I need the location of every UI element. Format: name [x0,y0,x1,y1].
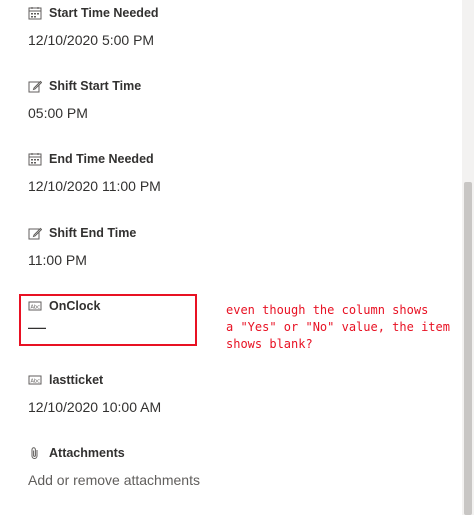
field-shift-end-time[interactable]: Shift End Time 11:00 PM [28,224,136,268]
field-header: Start Time Needed [28,4,159,22]
field-label: End Time Needed [49,152,154,166]
field-lastticket[interactable]: Abc lastticket 12/10/2020 10:00 AM [28,371,161,415]
field-start-time-needed[interactable]: Start Time Needed 12/10/2020 5:00 PM [28,4,159,48]
calendar-icon [28,6,42,20]
field-header: End Time Needed [28,150,154,168]
paperclip-icon [28,446,42,460]
annotation-note: even though the column shows a "Yes" or … [226,302,450,353]
field-label: Attachments [49,446,125,460]
annotation-line: a "Yes" or "No" value, the item [226,320,450,334]
edit-icon [28,79,42,93]
field-header: Abc lastticket [28,371,103,389]
highlight-box [19,294,197,346]
text-icon: Abc [28,373,42,387]
field-label: Shift End Time [49,226,137,240]
add-remove-attachments-link[interactable]: Add or remove attachments [28,472,200,488]
annotation-line: shows blank? [226,337,313,351]
field-attachments: Attachments Add or remove attachments [28,444,200,488]
field-value: 05:00 PM [28,105,88,121]
field-shift-start-time[interactable]: Shift Start Time 05:00 PM [28,77,141,121]
field-header: Shift Start Time [28,77,141,95]
annotation-line: even though the column shows [226,303,429,317]
item-detail-panel: Start Time Needed 12/10/2020 5:00 PM Shi… [0,0,462,515]
field-label: Start Time Needed [49,6,159,20]
field-label: lastticket [49,373,104,387]
calendar-icon [28,152,42,166]
field-value: 12/10/2020 11:00 PM [28,178,161,194]
field-value: 12/10/2020 5:00 PM [28,32,155,48]
field-end-time-needed[interactable]: End Time Needed 12/10/2020 11:00 PM [28,150,161,194]
field-label: Shift Start Time [49,79,142,93]
edit-icon [28,226,42,240]
svg-text:Abc: Abc [31,379,41,385]
field-value: 11:00 PM [28,252,87,268]
field-header: Shift End Time [28,224,136,242]
field-value: 12/10/2020 10:00 AM [28,399,162,415]
field-header: Attachments [28,444,125,462]
scrollbar-thumb[interactable] [464,182,472,515]
vertical-scrollbar[interactable] [462,0,474,515]
